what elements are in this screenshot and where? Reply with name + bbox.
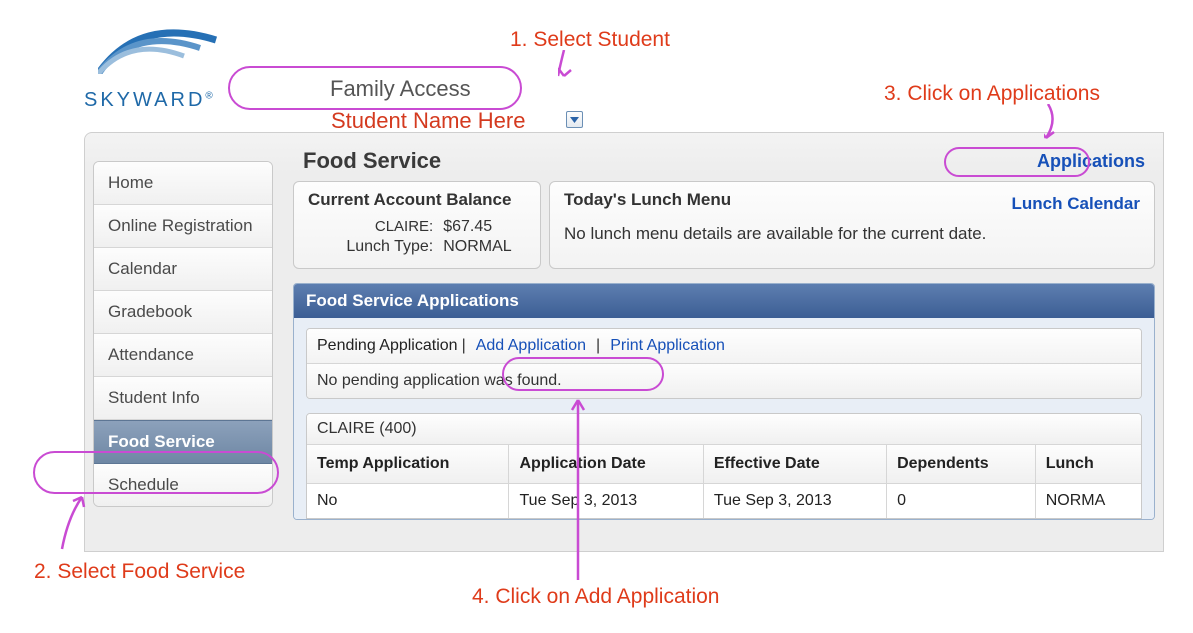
th-effective-date[interactable]: Effective Date <box>703 445 886 484</box>
lunch-menu-card: Today's Lunch Menu Lunch Calendar No lun… <box>549 181 1155 269</box>
separator: | <box>462 337 466 355</box>
tab-pending-application[interactable]: Pending Application <box>317 337 458 355</box>
sidebar: Home Online Registration Calendar Gradeb… <box>93 161 273 507</box>
sidebar-item-label: Schedule <box>108 475 179 494</box>
food-service-applications-panel: Food Service Applications Pending Applic… <box>293 283 1155 520</box>
add-application-link[interactable]: Add Application <box>470 337 592 355</box>
sidebar-item-label: Calendar <box>108 259 177 278</box>
sidebar-item-label: Food Service <box>108 432 215 451</box>
th-lunch[interactable]: Lunch <box>1035 445 1141 484</box>
cell-dependents: 0 <box>887 484 1036 519</box>
content: Food Service Applications Current Accoun… <box>285 141 1163 551</box>
chevron-down-icon <box>570 117 579 123</box>
lunch-calendar-link[interactable]: Lunch Calendar <box>1012 194 1140 214</box>
balance-key: CLAIRE: <box>332 218 433 236</box>
sidebar-item-label: Student Info <box>108 388 200 407</box>
cell-effective-date: Tue Sep 3, 2013 <box>703 484 886 519</box>
app-title: Family Access <box>330 76 471 102</box>
sidebar-item-calendar[interactable]: Calendar <box>94 248 272 291</box>
annotation-select-food-service: 2. Select Food Service <box>34 560 245 584</box>
annotation-click-add-application: 4. Click on Add Application <box>472 585 720 609</box>
sidebar-item-schedule[interactable]: Schedule <box>94 464 272 506</box>
pending-application-box: Pending Application | Add Application | … <box>306 328 1142 399</box>
sidebar-item-label: Attendance <box>108 345 194 364</box>
sidebar-item-home[interactable]: Home <box>94 162 272 205</box>
app-frame: Home Online Registration Calendar Gradeb… <box>84 132 1164 552</box>
student-name-display: Student Name Here <box>331 108 525 134</box>
page-header-row: Food Service Applications <box>285 141 1163 181</box>
balance-key: Lunch Type: <box>332 238 433 256</box>
student-application-group: CLAIRE (400) Temp Application Applicatio… <box>306 413 1142 519</box>
application-table: Temp Application Application Date Effect… <box>307 445 1141 518</box>
pending-message: No pending application was found. <box>307 364 1141 398</box>
cell-temp-application: No <box>307 484 509 519</box>
balance-rows: CLAIRE: $67.45 Lunch Type: NORMAL <box>308 218 526 256</box>
sidebar-item-food-service[interactable]: Food Service <box>94 420 272 464</box>
sidebar-item-label: Gradebook <box>108 302 192 321</box>
applications-link[interactable]: Applications <box>1037 151 1145 172</box>
balance-value: $67.45 <box>443 218 526 236</box>
sidebar-item-attendance[interactable]: Attendance <box>94 334 272 377</box>
lunch-menu-message: No lunch menu details are available for … <box>564 224 1140 244</box>
header: SKYWARD® Family Access Student Name Here <box>84 30 1084 125</box>
pending-tabs: Pending Application | Add Application | … <box>307 329 1141 364</box>
th-dependents[interactable]: Dependents <box>887 445 1036 484</box>
table-row[interactable]: No Tue Sep 3, 2013 Tue Sep 3, 2013 0 NOR… <box>307 484 1141 519</box>
sidebar-item-label: Home <box>108 173 153 192</box>
table-header-row: Temp Application Application Date Effect… <box>307 445 1141 484</box>
cell-application-date: Tue Sep 3, 2013 <box>509 484 703 519</box>
brand-logo: SKYWARD® <box>84 30 229 100</box>
sidebar-item-gradebook[interactable]: Gradebook <box>94 291 272 334</box>
logo-arcs-icon <box>98 24 218 74</box>
sidebar-item-online-registration[interactable]: Online Registration <box>94 205 272 248</box>
th-application-date[interactable]: Application Date <box>509 445 703 484</box>
student-dropdown-button[interactable] <box>566 111 583 128</box>
page-title: Food Service <box>303 148 441 174</box>
sidebar-item-student-info[interactable]: Student Info <box>94 377 272 420</box>
balance-card: Current Account Balance CLAIRE: $67.45 L… <box>293 181 541 269</box>
balance-value: NORMAL <box>443 238 526 256</box>
lunch-card-title: Today's Lunch Menu <box>564 190 731 210</box>
sidebar-item-label: Online Registration <box>108 216 253 235</box>
brand-name: SKYWARD® <box>84 89 216 112</box>
separator: | <box>596 337 600 355</box>
th-temp-application[interactable]: Temp Application <box>307 445 509 484</box>
panel-title: Food Service Applications <box>294 284 1154 318</box>
cell-lunch: NORMA <box>1035 484 1141 519</box>
balance-card-title: Current Account Balance <box>308 190 526 210</box>
print-application-link[interactable]: Print Application <box>604 337 731 355</box>
student-group-header: CLAIRE (400) <box>307 414 1141 445</box>
